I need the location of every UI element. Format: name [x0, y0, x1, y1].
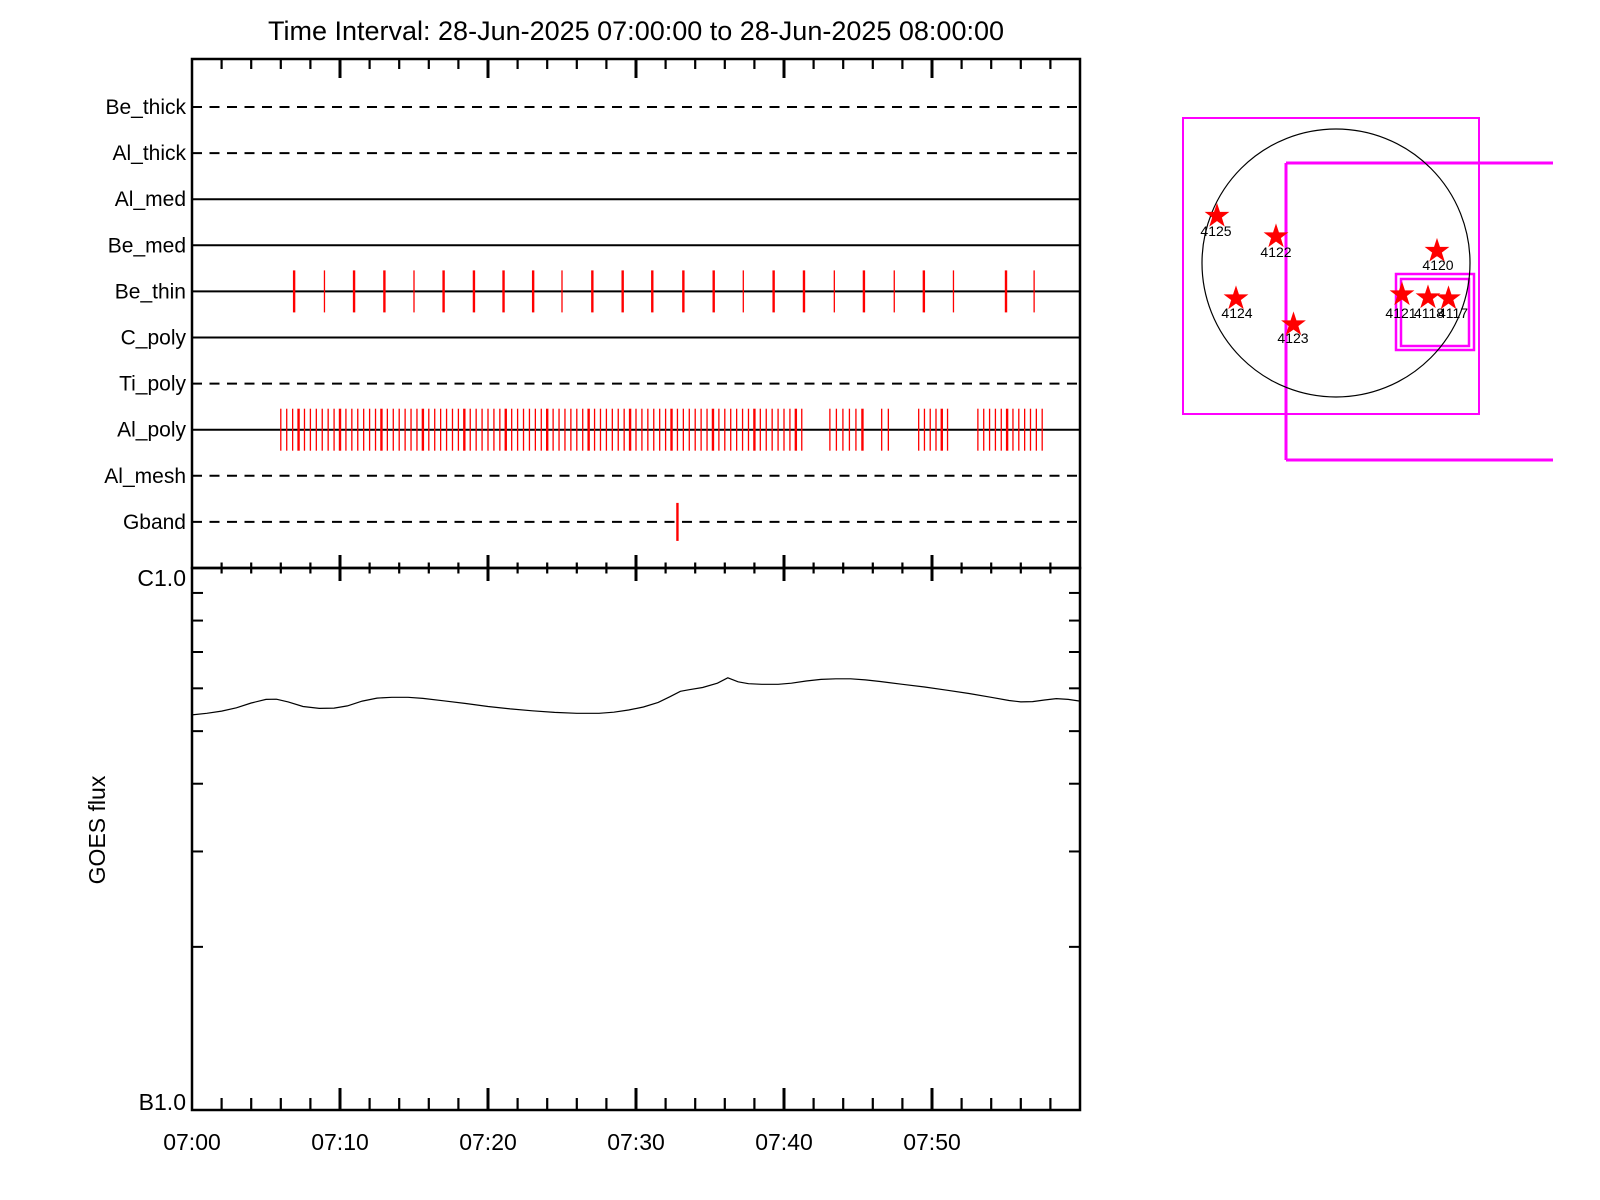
x-tick-label: 07:50	[903, 1129, 961, 1155]
filter-label-Al_mesh: Al_mesh	[104, 465, 186, 488]
filter-label-Gband: Gband	[123, 511, 186, 534]
active-region-label-4117: 4117	[1438, 305, 1468, 321]
active-region-label-4123: 4123	[1277, 330, 1308, 346]
filter-label-Ti_poly: Ti_poly	[119, 373, 186, 396]
goes-flux-curve	[192, 678, 1080, 715]
filter-timeline-panel: Be_thick Al_thick Al_med Be_med Be_thin C_pol…	[104, 59, 1080, 581]
goes-panel-border	[192, 568, 1080, 1110]
active-region-label-4124: 4124	[1221, 305, 1252, 321]
active-region-label-4122: 4122	[1260, 244, 1291, 260]
plot-canvas: Be_thick Al_thick Al_med Be_med Be_thin C_pol…	[0, 0, 1600, 1200]
filter-label-Be_med: Be_med	[108, 234, 186, 257]
active-region-star-4122	[1265, 225, 1287, 246]
filter-panel-border	[192, 59, 1080, 568]
filter-label-Al_med: Al_med	[115, 188, 186, 211]
active-region-label-4121: 4121	[1385, 305, 1416, 321]
active-region-label-4120: 4120	[1422, 257, 1453, 273]
x-tick-label: 07:30	[607, 1129, 665, 1155]
active-region-label-4125: 4125	[1200, 223, 1231, 239]
xrt-goes-observation-figure: Time Interval: 28-Jun-2025 07:00:00 to 2…	[0, 0, 1600, 1200]
x-tick-label: 07:20	[459, 1129, 517, 1155]
filter-label-Be_thick: Be_thick	[105, 96, 186, 119]
sun-disk-map: 41254122412041244123412141184117	[1183, 118, 1553, 460]
filter-label-Al_poly: Al_poly	[117, 419, 186, 442]
filter-label-C_poly: C_poly	[121, 327, 187, 350]
active-region-star-4118	[1417, 286, 1439, 307]
filter-label-Be_thin: Be_thin	[115, 280, 186, 303]
x-tick-label: 07:10	[311, 1129, 369, 1155]
filter-label-Al_thick: Al_thick	[112, 142, 186, 165]
goes-flux-panel: 07:00 07:10 07:20 07:30 07:40 07:50	[163, 568, 1080, 1155]
x-tick-label: 07:40	[755, 1129, 813, 1155]
x-tick-label: 07:00	[163, 1129, 221, 1155]
